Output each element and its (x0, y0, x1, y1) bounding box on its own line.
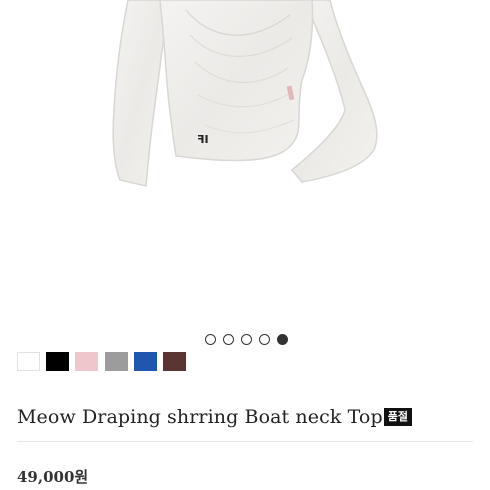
sold-out-badge: 품절 (383, 408, 412, 426)
product-image[interactable]: ꟻI (0, 0, 490, 320)
color-swatch-pink[interactable] (75, 352, 98, 371)
long-sleeve-top-illustration: ꟻI (112, 0, 378, 187)
product-price: 49,000원 (17, 468, 89, 486)
color-swatch-gray[interactable] (105, 352, 128, 371)
carousel-dot-3[interactable] (241, 334, 252, 345)
svg-text:ꟻI: ꟻI (197, 133, 209, 146)
product-title-row: Meow Draping shrring Boat neck Top 품절 (17, 404, 412, 430)
carousel-dot-1[interactable] (205, 334, 216, 345)
color-swatch-black[interactable] (46, 352, 69, 371)
color-swatch-white[interactable] (17, 352, 40, 371)
color-swatch-blue[interactable] (134, 352, 157, 371)
divider (17, 441, 473, 442)
product-title[interactable]: Meow Draping shrring Boat neck Top (17, 406, 383, 428)
carousel-dot-5-active[interactable] (277, 334, 288, 345)
carousel-dot-2[interactable] (223, 334, 234, 345)
carousel-dot-4[interactable] (259, 334, 270, 345)
carousel-dots (0, 333, 490, 347)
color-swatch-brown[interactable] (163, 352, 186, 371)
